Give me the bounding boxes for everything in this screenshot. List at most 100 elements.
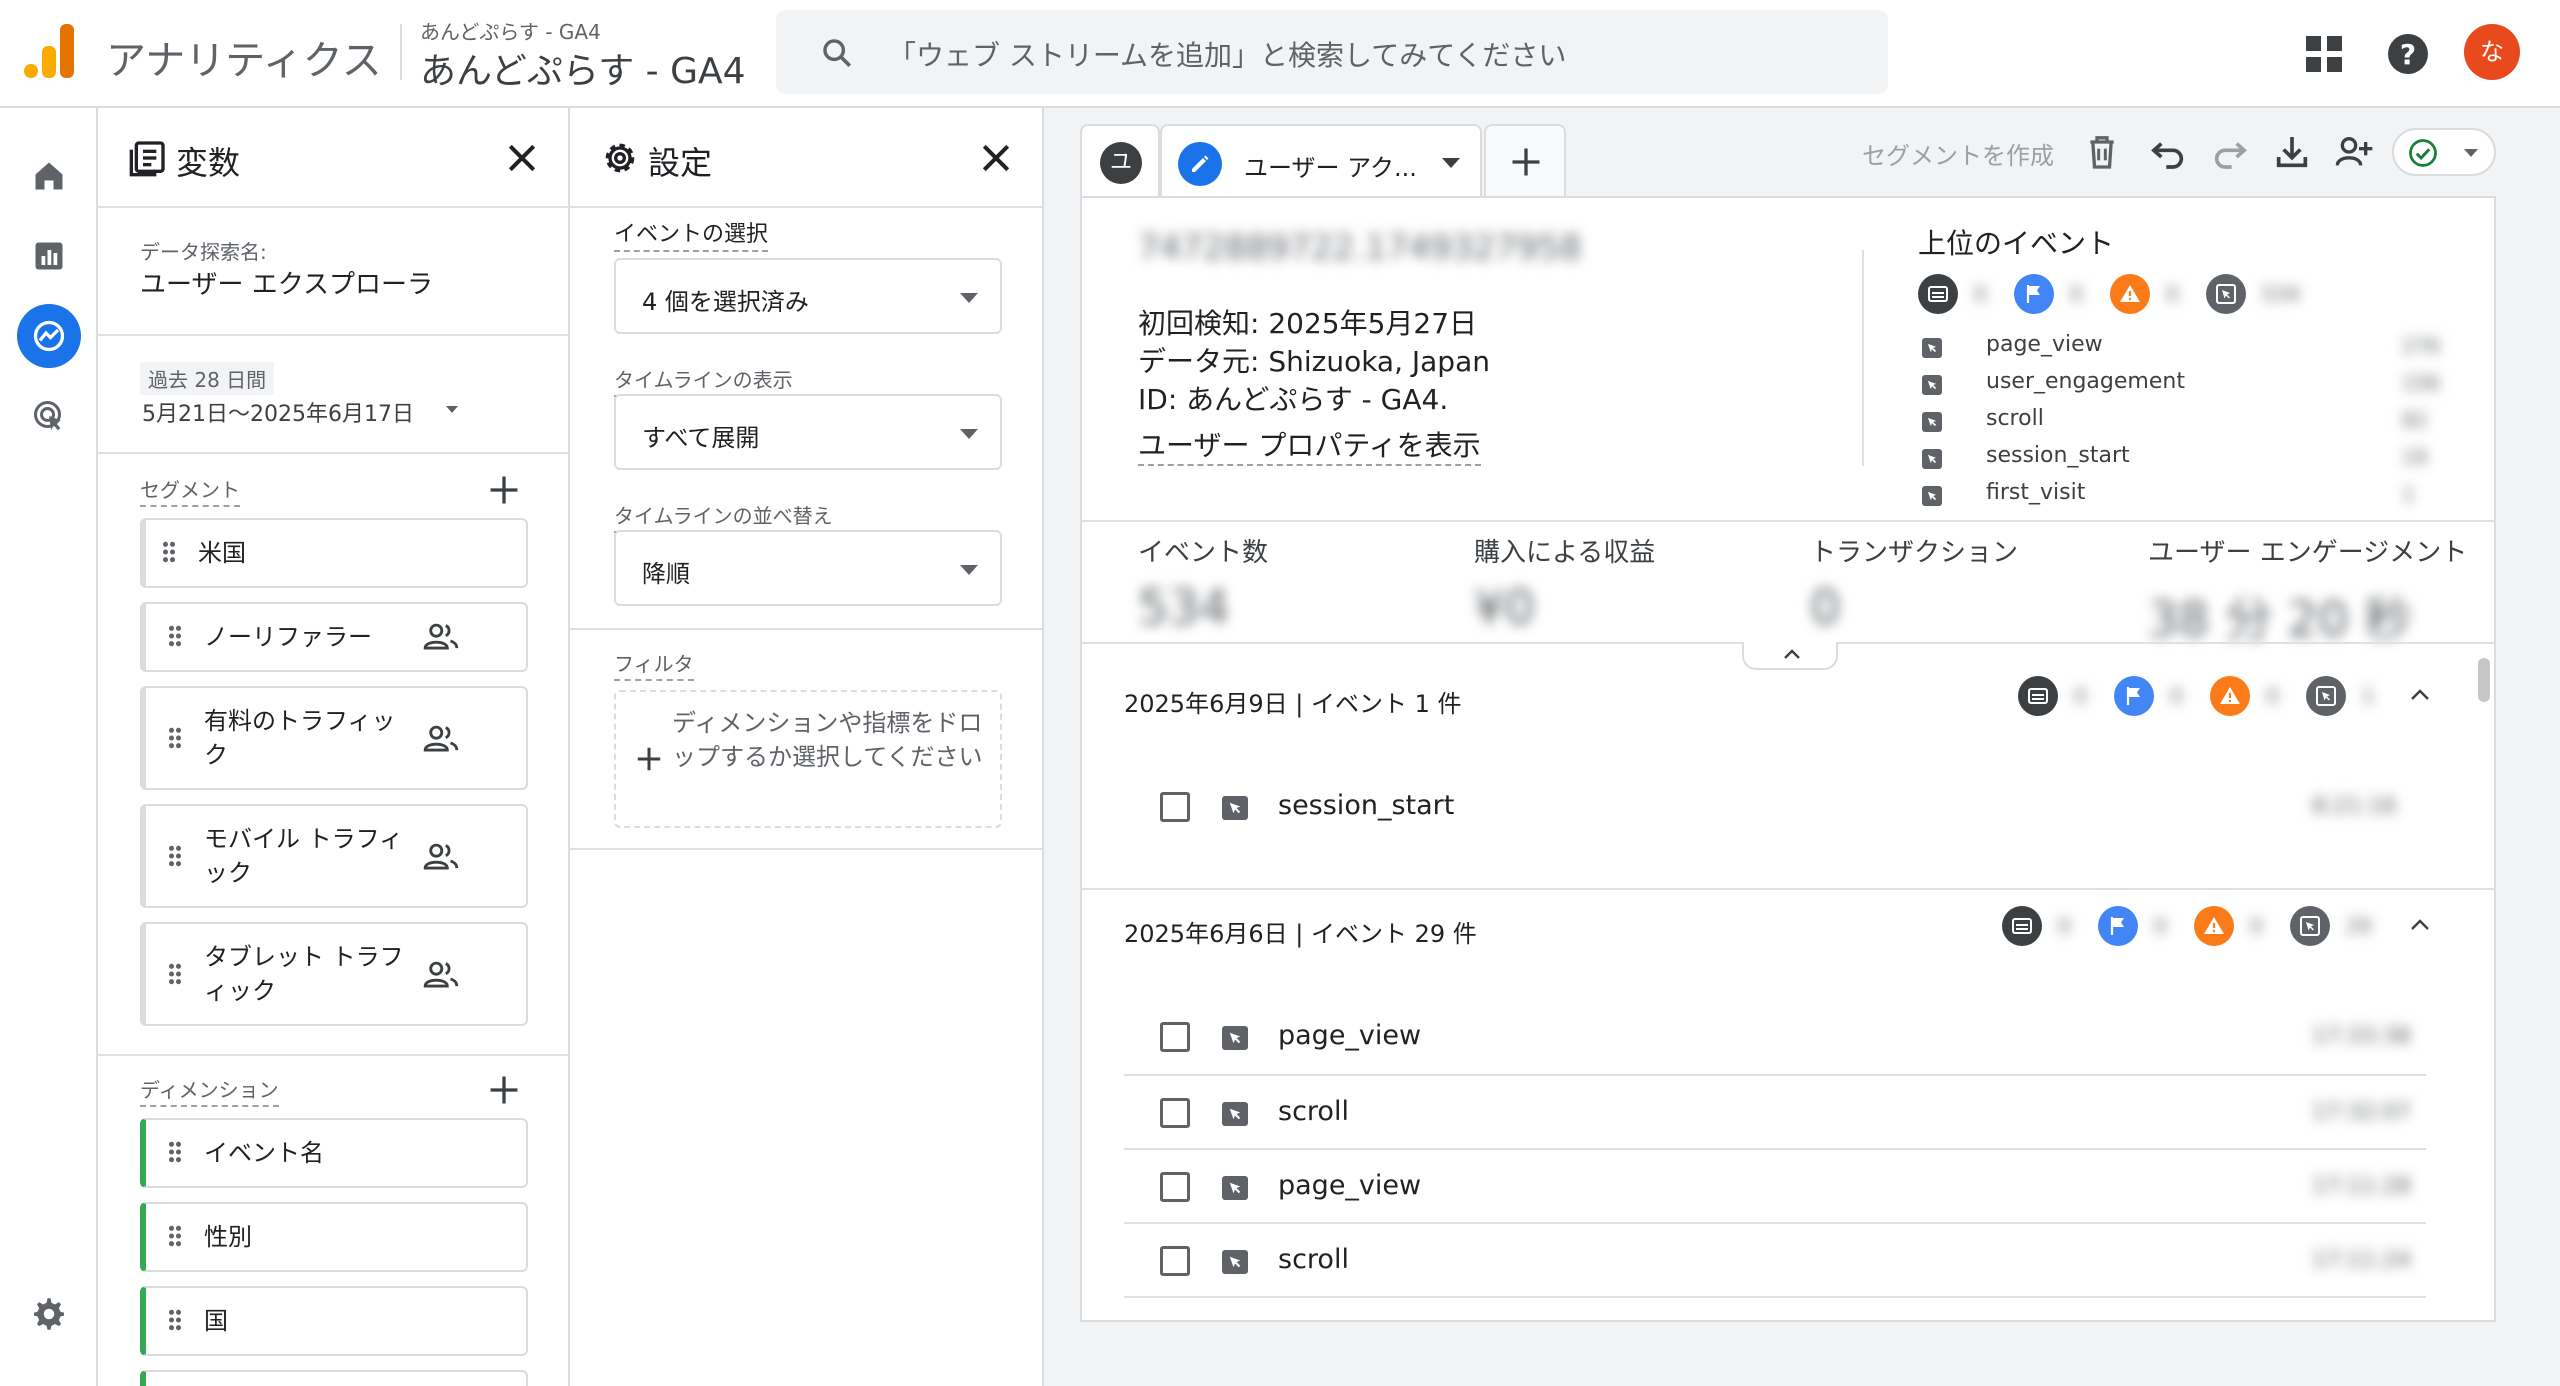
add-filter-plus-icon[interactable]	[634, 744, 664, 774]
event-count: 0	[2170, 684, 2183, 708]
trash-icon[interactable]	[2082, 132, 2122, 172]
timeline-sort-value: 降順	[642, 560, 690, 588]
user-segment-icon	[423, 843, 459, 870]
dropdown-arrow-icon	[960, 293, 978, 303]
tab-user-list[interactable]: ユ	[1080, 124, 1160, 196]
nav-reports[interactable]	[17, 224, 81, 288]
event-time: 17:11:28	[2312, 1174, 2411, 1199]
property-account-label[interactable]: あんどぷらす - GA4	[420, 16, 601, 45]
drag-handle-icon[interactable]	[162, 540, 176, 564]
chevron-up-icon[interactable]	[2408, 916, 2432, 932]
apps-grid-icon[interactable]	[2300, 30, 2348, 78]
exploration-name[interactable]: ユーザー エクスプローラ	[140, 264, 433, 301]
data-source: データ元: Shizuoka, Japan	[1138, 345, 1490, 378]
date-range-label: 過去 28 日間	[140, 362, 275, 395]
drag-handle-icon[interactable]	[168, 624, 182, 648]
date-range-picker[interactable]: 過去 28 日間 5月21日〜2025年6月17日	[140, 362, 540, 432]
drag-handle-icon[interactable]	[168, 962, 182, 986]
drag-handle-icon[interactable]	[168, 1224, 182, 1248]
timeline-display-dropdown[interactable]: すべて展開	[614, 394, 1002, 470]
segment-chip[interactable]: モバイル トラフィック	[140, 804, 528, 908]
user-badge: ユ	[1100, 142, 1142, 184]
event-checkbox[interactable]	[1160, 1098, 1190, 1128]
create-segment-button[interactable]: セグメントを作成	[1862, 136, 2054, 171]
chevron-down-icon	[446, 406, 458, 413]
save-status-dropdown[interactable]	[2392, 128, 2496, 176]
metric-value: 0	[1810, 580, 1841, 636]
download-icon[interactable]	[2272, 132, 2312, 172]
event-select-dropdown[interactable]: 4 個を選択済み	[614, 258, 1002, 334]
collapse-summary-toggle[interactable]	[1742, 642, 1838, 670]
dimension-chip[interactable]	[140, 1370, 528, 1386]
segment-chip[interactable]: タブレット トラフィック	[140, 922, 528, 1026]
event-checkbox[interactable]	[1160, 792, 1190, 822]
add-dimension-plus-icon[interactable]	[486, 1072, 522, 1108]
event-count: 0	[2070, 282, 2083, 306]
event-checkbox[interactable]	[1160, 1172, 1190, 1202]
close-icon[interactable]	[976, 138, 1016, 178]
search-placeholder[interactable]: 「ウェブ ストリームを追加」と検索してみてください	[888, 34, 1566, 74]
segment-chip[interactable]: 有料のトラフィック	[140, 686, 528, 790]
dimension-label: 国	[204, 1307, 228, 1335]
edit-pencil-icon[interactable]	[1178, 142, 1222, 186]
exploration-name-label: データ探索名:	[140, 240, 267, 264]
tab-user-activity[interactable]: ユーザー アク...	[1160, 124, 1482, 200]
event-count: 29	[2346, 914, 2372, 938]
nav-advertising[interactable]	[17, 384, 81, 448]
variables-list-icon	[129, 141, 165, 177]
settings-header: 設定	[570, 108, 1042, 208]
top-events-title: 上位のイベント	[1918, 227, 2115, 260]
search-bar[interactable]: 「ウェブ ストリームを追加」と検索してみてください	[776, 10, 1888, 94]
top-event-name: session_start	[1986, 443, 2130, 468]
nav-explore[interactable]	[17, 304, 81, 368]
drag-handle-icon[interactable]	[168, 726, 182, 750]
divider	[570, 628, 1042, 630]
redo-icon[interactable]	[2210, 132, 2250, 172]
dimension-chip[interactable]: 性別	[140, 1202, 528, 1272]
undo-icon[interactable]	[2148, 132, 2188, 172]
metric-label: イベント数	[1138, 538, 1269, 568]
event-name[interactable]: scroll	[1278, 1244, 1349, 1275]
event-name[interactable]: page_view	[1278, 1170, 1421, 1201]
account-avatar[interactable]: な	[2464, 24, 2520, 80]
cursor-event-icon	[1922, 486, 1942, 506]
event-name[interactable]: session_start	[1278, 790, 1454, 821]
settings-panel: 設定 イベントの選択 4 個を選択済み タイムラインの表示 すべて展開 タイムラ…	[570, 108, 1044, 1386]
event-name[interactable]: page_view	[1278, 1020, 1421, 1051]
timeline-sort-dropdown[interactable]: 降順	[614, 530, 1002, 606]
segment-chip[interactable]: 米国	[140, 518, 528, 588]
drag-handle-icon[interactable]	[168, 844, 182, 868]
segment-chip[interactable]: ノーリファラー	[140, 602, 528, 672]
event-checkbox[interactable]	[1160, 1022, 1190, 1052]
explore-icon	[33, 320, 65, 352]
filter-dropzone[interactable]: ディメンションや指標をドロップするか選択してください	[614, 690, 1002, 828]
event-checkbox[interactable]	[1160, 1246, 1190, 1276]
conversion-flag-icon	[2114, 676, 2154, 716]
drag-handle-icon[interactable]	[168, 1140, 182, 1164]
date-range-value: 5月21日〜2025年6月17日	[142, 402, 414, 427]
close-icon[interactable]	[502, 138, 542, 178]
chevron-up-icon[interactable]	[2408, 686, 2432, 702]
add-tab-button[interactable]	[1484, 124, 1566, 196]
day-header: 2025年6月9日 | イベント 1 件	[1124, 690, 1462, 718]
chevron-down-icon[interactable]	[1442, 158, 1460, 168]
add-segment-plus-icon[interactable]	[486, 472, 522, 508]
show-user-properties-link[interactable]: ユーザー プロパティを表示	[1138, 424, 1481, 466]
canvas-scrollbar[interactable]	[2478, 658, 2490, 702]
dimension-chip[interactable]: イベント名	[140, 1118, 528, 1188]
property-selector[interactable]: あんどぷらす - GA4	[420, 42, 746, 94]
drag-handle-icon[interactable]	[168, 1308, 182, 1332]
user-segment-icon	[423, 961, 459, 988]
nav-home[interactable]	[17, 144, 81, 208]
event-name[interactable]: scroll	[1278, 1096, 1349, 1127]
divider	[1124, 1074, 2426, 1076]
divider	[570, 848, 1042, 850]
cursor-event-icon	[2306, 676, 2346, 716]
share-add-person-icon[interactable]	[2334, 132, 2374, 172]
event-count: 0	[1974, 282, 1987, 306]
analytics-logo-icon[interactable]	[24, 24, 74, 78]
nav-admin[interactable]	[17, 1282, 81, 1346]
dimension-chip[interactable]: 国	[140, 1286, 528, 1356]
help-icon[interactable]: ?	[2384, 30, 2432, 78]
divider	[400, 24, 402, 80]
